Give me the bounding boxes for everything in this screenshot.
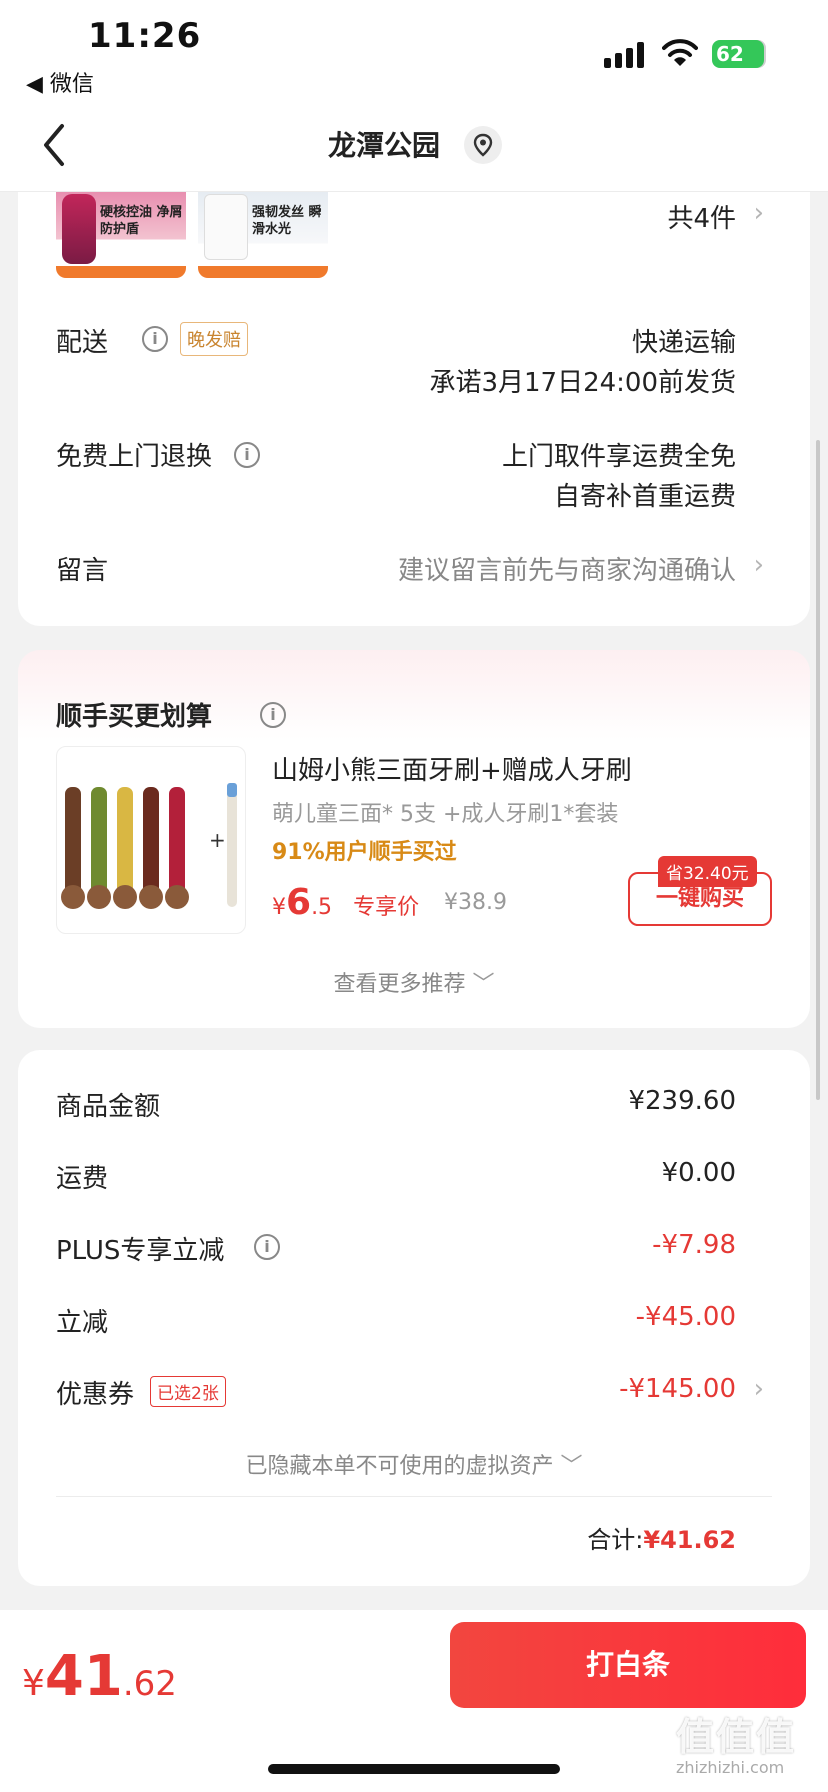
- upsell-product-name[interactable]: 山姆小熊三面牙刷+赠成人牙刷: [272, 750, 632, 787]
- checkout-price-int: 41: [44, 1644, 123, 1709]
- price-summary-card: 商品金额 ¥239.60 运费 ¥0.00 PLUS专享立减 i -¥7.98 …: [18, 1050, 810, 1586]
- currency-symbol: ¥: [22, 1663, 45, 1704]
- upsell-card: 顺手买更划算 i + 山姆小熊三面牙刷+赠成人牙刷 萌儿童三面* 5支 +成人牙…: [18, 650, 810, 1028]
- upsell-product-spec: 萌儿童三面* 5支 +成人牙刷1*套装: [272, 802, 619, 827]
- order-total-value: ¥41.62: [643, 1526, 736, 1554]
- coupon-selected-badge: 已选2张: [150, 1376, 226, 1407]
- upsell-price-dec: .5: [311, 895, 333, 920]
- checkout-bar: ¥41.62 打白条 值值值 zhizhizhi.com: [0, 1610, 828, 1792]
- order-info-card: 硬核控油 净屑防护盾 强韧发丝 瞬滑水光 共4件 › 配送 i 晚发赔 快递运输…: [18, 192, 810, 626]
- chevron-down-icon: ﹀: [560, 1454, 583, 1479]
- thumb-caption: 硬核控油 净屑防护盾: [100, 205, 183, 237]
- hidden-assets-toggle[interactable]: 已隐藏本单不可使用的虚拟资产 ﹀: [18, 1448, 810, 1480]
- watermark-site: zhizhizhi.com: [676, 1758, 785, 1777]
- status-bar: 11:26 ◀ 微信 62: [0, 0, 828, 100]
- return-pickup-text: 上门取件享运费全免: [501, 442, 736, 472]
- upsell-title: 顺手买更划算: [56, 702, 213, 732]
- toothbrush-product-image[interactable]: +: [56, 746, 246, 934]
- chevron-right-icon[interactable]: ›: [754, 198, 764, 228]
- toothbrush-illustration: +: [61, 783, 237, 909]
- goods-amount-value: ¥239.60: [628, 1086, 736, 1116]
- upsell-price-label: 专享价: [353, 895, 420, 920]
- page-title: 龙潭公园: [327, 129, 440, 162]
- location-pin-icon[interactable]: [464, 126, 502, 164]
- product-thumbnail[interactable]: 强韧发丝 瞬滑水光: [198, 192, 328, 278]
- svg-text:+: +: [209, 828, 226, 852]
- upsell-purchase-rate: 91%用户顺手买过: [272, 840, 457, 865]
- more-recommendations-link[interactable]: 查看更多推荐 ﹀: [18, 966, 810, 998]
- chevron-right-icon[interactable]: ›: [754, 550, 764, 580]
- scrollbar[interactable]: [816, 440, 820, 1100]
- plus-discount-value: -¥7.98: [652, 1230, 736, 1260]
- checkout-price-dec: .62: [122, 1664, 177, 1704]
- status-time: 11:26: [88, 16, 202, 56]
- info-icon[interactable]: i: [142, 326, 168, 352]
- shipping-label: 运费: [56, 1164, 109, 1194]
- chevron-right-icon[interactable]: ›: [754, 1374, 764, 1404]
- nav-bar: 龙潭公园: [0, 100, 828, 192]
- divider: [56, 1496, 772, 1497]
- order-total: 合计:¥41.62: [587, 1520, 736, 1555]
- items-count[interactable]: 共4件: [667, 198, 736, 235]
- plus-discount-label: PLUS专享立减: [56, 1236, 225, 1266]
- free-return-label: 免费上门退换: [56, 442, 213, 472]
- battery-icon: 62: [712, 40, 764, 68]
- info-icon[interactable]: i: [254, 1234, 280, 1260]
- late-delivery-compensation-badge: 晚发赔: [180, 322, 248, 356]
- delivery-promise: 承诺3月17日24:00前发货: [429, 368, 736, 398]
- more-recommendations-label: 查看更多推荐: [333, 972, 466, 997]
- coupon-label: 优惠券: [56, 1380, 135, 1410]
- upsell-original-price: ¥38.9: [444, 890, 507, 915]
- back-to-wechat-link[interactable]: ◀ 微信: [26, 66, 94, 98]
- hidden-assets-label: 已隐藏本单不可使用的虚拟资产: [245, 1454, 554, 1479]
- product-thumbnail[interactable]: 硬核控油 净屑防护盾: [56, 192, 186, 278]
- message-input[interactable]: 建议留言前先与商家沟通确认: [398, 550, 736, 587]
- shipping-value: ¥0.00: [661, 1158, 736, 1188]
- checkout-price: ¥41.62: [22, 1644, 177, 1709]
- watermark-logo: 值值值: [676, 1715, 797, 1759]
- return-self-send-text: 自寄补首重运费: [553, 482, 736, 512]
- coupon-value[interactable]: -¥145.00: [619, 1374, 736, 1404]
- chevron-down-icon: ﹀: [472, 972, 495, 997]
- home-indicator[interactable]: [268, 1764, 560, 1774]
- upsell-price-int: 6: [286, 882, 312, 923]
- instant-discount-label: 立减: [56, 1308, 109, 1338]
- delivery-method: 快递运输: [631, 328, 736, 358]
- message-label: 留言: [56, 556, 109, 586]
- delivery-label: 配送: [56, 328, 109, 358]
- info-icon[interactable]: i: [260, 702, 286, 728]
- wifi-icon: [662, 39, 698, 66]
- upsell-price: ¥6.5 专享价: [272, 882, 420, 923]
- order-total-label: 合计:: [587, 1526, 644, 1554]
- instant-discount-value: -¥45.00: [635, 1302, 736, 1332]
- savings-badge: 省32.40元: [658, 856, 757, 887]
- info-icon[interactable]: i: [234, 442, 260, 468]
- thumb-caption: 强韧发丝 瞬滑水光: [252, 205, 322, 237]
- pay-with-baitiao-button[interactable]: 打白条: [450, 1622, 806, 1708]
- goods-amount-label: 商品金额: [56, 1092, 161, 1122]
- cellular-signal-icon: [604, 42, 644, 68]
